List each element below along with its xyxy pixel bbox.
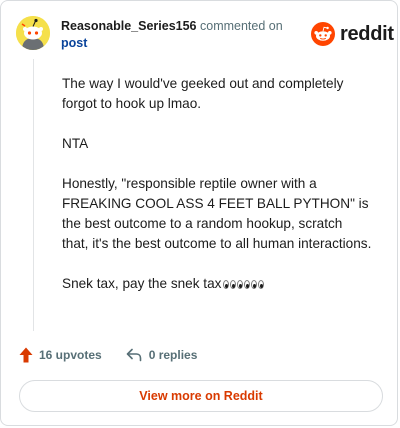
comment-header: Reasonable_Series156 commented on post bbox=[61, 18, 301, 52]
reddit-wordmark: reddit bbox=[340, 22, 394, 45]
post-link[interactable]: post bbox=[61, 35, 301, 52]
reply-count: 0 replies bbox=[148, 348, 198, 362]
thread-line bbox=[33, 59, 34, 331]
view-more-on-reddit-button[interactable]: View more on Reddit bbox=[19, 380, 383, 412]
reddit-logo[interactable]: reddit bbox=[311, 21, 394, 47]
comment-paragraph: Honestly, "responsible reptile owner wit… bbox=[62, 176, 372, 251]
reply-arrow-icon bbox=[126, 348, 142, 362]
upvote-button[interactable]: 16 upvotes bbox=[19, 347, 102, 363]
reddit-comment-embed-card: Reasonable_Series156 commented on post r… bbox=[0, 0, 398, 426]
comment-paragraph-text: Snek tax, pay the snek tax bbox=[62, 276, 222, 291]
comment-paragraph: The way I would've geeked out and comple… bbox=[62, 76, 344, 111]
replies-button[interactable]: 0 replies bbox=[126, 348, 198, 362]
comment-body: The way I would've geeked out and comple… bbox=[62, 74, 372, 294]
eyes-emoji-icon bbox=[223, 279, 265, 289]
comment-username[interactable]: Reasonable_Series156 bbox=[61, 19, 197, 33]
comment-paragraph: NTA bbox=[62, 136, 89, 151]
upvote-arrow-icon bbox=[19, 347, 33, 363]
upvote-count: 16 upvotes bbox=[39, 348, 102, 362]
comment-paragraph-last: Snek tax, pay the snek tax bbox=[62, 274, 372, 294]
commented-on-text: commented on bbox=[200, 19, 283, 33]
user-avatar[interactable] bbox=[16, 16, 50, 50]
comment-actions: 16 upvotes 0 replies bbox=[19, 345, 197, 365]
reddit-snoo-icon bbox=[311, 22, 335, 46]
snoo-avatar-icon bbox=[16, 16, 50, 50]
